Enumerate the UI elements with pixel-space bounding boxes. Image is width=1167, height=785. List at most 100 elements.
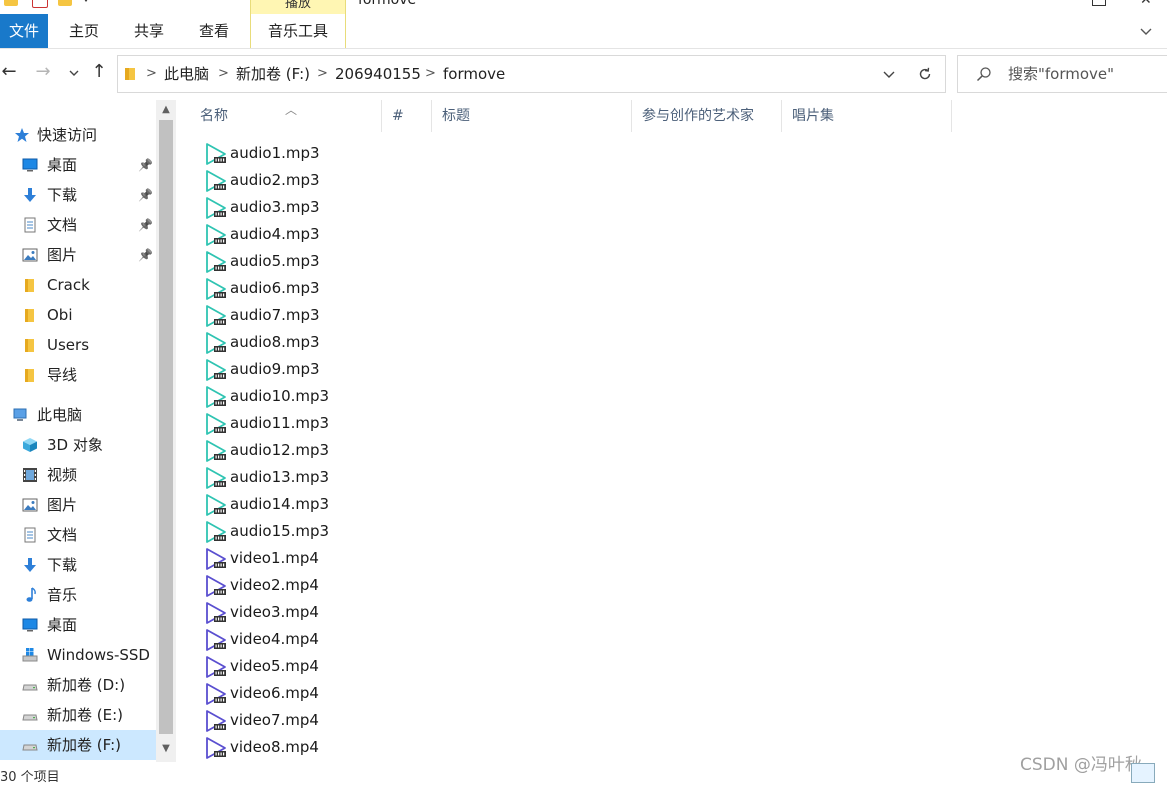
- file-row[interactable]: audio5.mp3: [202, 248, 602, 275]
- back-arrow-icon[interactable]: ←: [0, 62, 18, 82]
- mp4-video-file-icon: [206, 548, 226, 570]
- file-row[interactable]: audio6.mp3: [202, 275, 602, 302]
- address-bar[interactable]: > 此电脑 > 新加卷 (F:) > 206940155 > formove: [117, 55, 906, 93]
- sidebar-item[interactable]: 文档: [0, 520, 156, 550]
- file-row[interactable]: audio2.mp3: [202, 167, 602, 194]
- file-row[interactable]: video7.mp4: [202, 707, 602, 734]
- tab-file[interactable]: 文件: [0, 14, 48, 48]
- close-icon[interactable]: ✕: [1140, 0, 1154, 7]
- sidebar-item[interactable]: 图片 📌: [0, 240, 156, 270]
- file-row[interactable]: audio11.mp3: [202, 410, 602, 437]
- file-row[interactable]: audio10.mp3: [202, 383, 602, 410]
- document-icon: [24, 217, 36, 233]
- breadcrumb-folder-206940155[interactable]: 206940155: [335, 56, 421, 92]
- file-row[interactable]: audio9.mp3: [202, 356, 602, 383]
- file-row[interactable]: video6.mp4: [202, 680, 602, 707]
- address-history-chevron-icon[interactable]: [882, 67, 896, 81]
- maximize-icon[interactable]: [1092, 0, 1106, 6]
- cube-3d-icon: [23, 438, 37, 452]
- file-row[interactable]: audio14.mp3: [202, 491, 602, 518]
- breadcrumb-separator-icon[interactable]: >: [218, 56, 229, 92]
- recent-locations-chevron-icon[interactable]: [68, 68, 80, 78]
- tab-home[interactable]: 主页: [58, 14, 110, 48]
- sidebar-item[interactable]: 音乐: [0, 580, 156, 610]
- column-header-title[interactable]: 标题: [432, 100, 632, 132]
- column-header-name[interactable]: 名称 ︿: [190, 100, 382, 132]
- file-row[interactable]: video2.mp4: [202, 572, 602, 599]
- breadcrumb-separator-icon[interactable]: >: [146, 56, 157, 92]
- file-row[interactable]: audio7.mp3: [202, 302, 602, 329]
- tab-music-tools[interactable]: 音乐工具: [250, 14, 346, 48]
- sidebar-item[interactable]: 3D 对象: [0, 430, 156, 460]
- sidebar-item[interactable]: Crack: [0, 270, 156, 300]
- sidebar-item[interactable]: 文档 📌: [0, 210, 156, 240]
- sidebar-item-this-pc[interactable]: 此电脑: [0, 400, 156, 430]
- sidebar-item[interactable]: Obi: [0, 300, 156, 330]
- search-input[interactable]: 搜索"formove": [1008, 56, 1114, 92]
- breadcrumb-folder-formove[interactable]: formove: [443, 56, 505, 92]
- pin-icon: 📌: [138, 218, 153, 232]
- picture-icon: [22, 248, 38, 262]
- column-header-album[interactable]: 唱片集: [782, 100, 952, 132]
- file-row[interactable]: audio13.mp3: [202, 464, 602, 491]
- file-name: audio6.mp3: [230, 279, 320, 297]
- file-row[interactable]: audio4.mp3: [202, 221, 602, 248]
- drive-icon: [22, 744, 38, 751]
- sidebar-item[interactable]: 视频: [0, 460, 156, 490]
- sidebar-item[interactable]: 新加卷 (F:): [0, 730, 156, 760]
- file-row[interactable]: audio15.mp3: [202, 518, 602, 545]
- file-row[interactable]: video3.mp4: [202, 599, 602, 626]
- file-row[interactable]: audio8.mp3: [202, 329, 602, 356]
- customize-qat-chevron-icon[interactable]: [82, 0, 90, 2]
- sidebar-item[interactable]: 下载 📌: [0, 180, 156, 210]
- file-row[interactable]: video1.mp4: [202, 545, 602, 572]
- sidebar-item[interactable]: 图片: [0, 490, 156, 520]
- sidebar-item[interactable]: 新加卷 (E:): [0, 700, 156, 730]
- search-box[interactable]: 搜索"formove": [957, 55, 1167, 93]
- forward-arrow-icon[interactable]: →: [34, 62, 52, 82]
- refresh-button[interactable]: [905, 55, 946, 93]
- breadcrumb-this-pc[interactable]: 此电脑: [164, 56, 209, 92]
- breadcrumb-drive-f[interactable]: 新加卷 (F:): [236, 56, 310, 92]
- file-row[interactable]: audio3.mp3: [202, 194, 602, 221]
- file-row[interactable]: audio1.mp3: [202, 140, 602, 167]
- new-folder-icon[interactable]: [58, 0, 72, 6]
- details-view-button[interactable]: [1131, 763, 1155, 783]
- sidebar-item[interactable]: 桌面: [0, 610, 156, 640]
- scrollbar-thumb[interactable]: [159, 120, 173, 734]
- sidebar-item[interactable]: 新加卷 (D:): [0, 670, 156, 700]
- tab-share[interactable]: 共享: [123, 14, 175, 48]
- quick-access-folder-icon[interactable]: [4, 0, 18, 6]
- up-arrow-icon[interactable]: ↑: [90, 62, 108, 82]
- folder-icon: [125, 68, 135, 80]
- scroll-down-arrow-icon[interactable]: ▼: [156, 736, 176, 762]
- file-row[interactable]: video5.mp4: [202, 653, 602, 680]
- breadcrumb-separator-icon[interactable]: >: [425, 56, 436, 92]
- sidebar-item[interactable]: 下载: [0, 550, 156, 580]
- properties-icon[interactable]: [32, 0, 48, 8]
- sidebar-item-label: 快速访问: [37, 126, 98, 144]
- sidebar-item[interactable]: 导线: [0, 360, 156, 390]
- title-bar: ✕: [0, 0, 1167, 14]
- download-arrow-icon: [24, 188, 36, 202]
- sidebar-item-quick-access[interactable]: 快速访问: [0, 120, 156, 150]
- sidebar-item-label: 图片: [47, 246, 78, 264]
- breadcrumb-separator-icon[interactable]: >: [317, 56, 328, 92]
- desktop-icon: [22, 618, 38, 632]
- expand-ribbon-chevron-icon[interactable]: [1139, 24, 1153, 38]
- sidebar-item-label: 新加卷 (D:): [47, 676, 126, 694]
- column-header-track[interactable]: #: [382, 100, 432, 132]
- sidebar-item-label: 桌面: [47, 616, 78, 634]
- mp4-video-file-icon: [206, 683, 226, 705]
- sidebar-item[interactable]: 桌面 📌: [0, 150, 156, 180]
- file-row[interactable]: audio12.mp3: [202, 437, 602, 464]
- file-row[interactable]: video4.mp4: [202, 626, 602, 653]
- file-row[interactable]: video8.mp4: [202, 734, 602, 761]
- scroll-up-arrow-icon[interactable]: ▲: [156, 100, 176, 120]
- sidebar-item[interactable]: Users: [0, 330, 156, 360]
- context-tab-play[interactable]: 播放: [250, 0, 346, 15]
- mp3-audio-file-icon: [206, 143, 226, 165]
- sidebar-item[interactable]: Windows-SSD (: [0, 640, 156, 670]
- column-header-artists[interactable]: 参与创作的艺术家: [632, 100, 782, 132]
- tab-view[interactable]: 查看: [188, 14, 240, 48]
